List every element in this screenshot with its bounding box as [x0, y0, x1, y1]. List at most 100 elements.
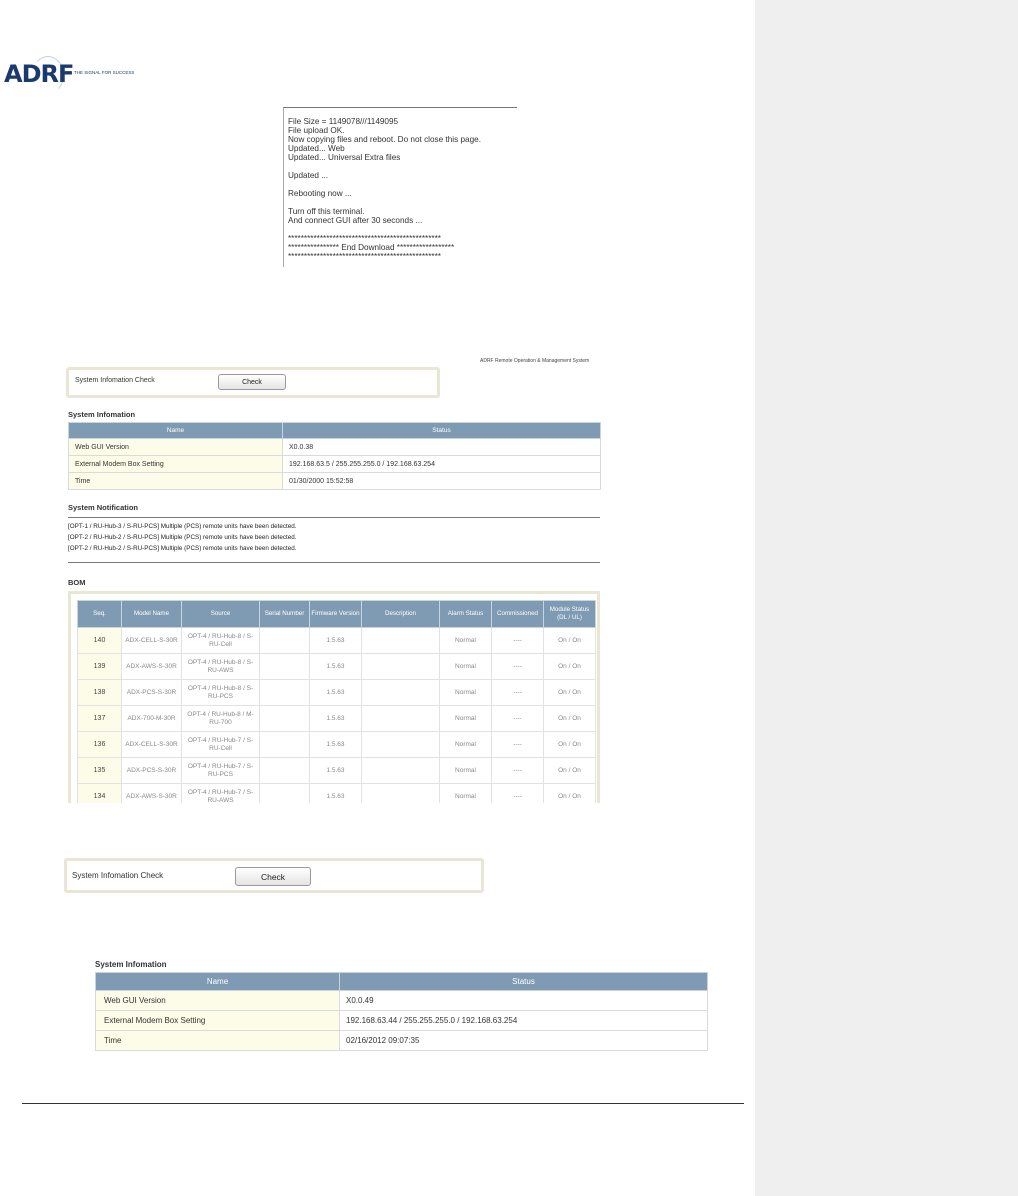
col-name-header: Name: [95, 972, 340, 991]
log-line: File Size = 1149078///1149095: [288, 117, 399, 126]
bom-col-serial: Serial Number: [259, 600, 310, 628]
bom-serial: [259, 731, 310, 758]
table-row: External Modem Box Setting 192.168.63.5 …: [68, 455, 601, 473]
log-line: File upload OK.: [288, 126, 345, 135]
bom-firmware: 1.5.63: [309, 731, 362, 758]
sysinfo-table: Name Status Web GUI Version X0.0.38 Exte…: [68, 422, 601, 490]
bom-source: OPT-4 / RU-Hub-7 / S-RU-Cell: [181, 731, 260, 758]
bom-col-model: Model Name: [121, 600, 182, 628]
bom-source: OPT-4 / RU-Hub-8 / S-RU-PCS: [181, 679, 260, 706]
sysinfo-table: Name Status Web GUI Version X0.0.49 Exte…: [95, 972, 708, 1051]
bom-table: Seq. Model Name Source Serial Number Fir…: [77, 600, 596, 803]
bom-serial: [259, 679, 310, 706]
check-button[interactable]: Check: [235, 867, 311, 886]
bom-description: [361, 757, 440, 784]
row-status: 192.168.63.44 / 255.255.255.0 / 192.168.…: [339, 1010, 708, 1031]
bom-serial: [259, 627, 310, 654]
col-status-header: Status: [282, 422, 601, 439]
bom-title: BOM: [68, 578, 86, 587]
bom-model: ADX-AWS-S-30R: [121, 653, 182, 680]
logo-tagline: THE SIGNAL FOR SUCCESS: [74, 70, 135, 75]
table-row: 137 ADX-700-M-30R OPT-4 / RU-Hub-8 / M-RU-…: [77, 705, 596, 732]
bom-alarm: Normal: [439, 627, 492, 654]
bom-alarm: Normal: [439, 731, 492, 758]
bom-serial: [259, 653, 310, 680]
bom-commissioned: ----: [491, 679, 544, 706]
table-row: Web GUI Version X0.0.38: [68, 438, 601, 456]
bom-col-description: Description: [361, 600, 440, 628]
bom-model: ADX-CELL-S-30R: [121, 731, 182, 758]
bom-module: On / On: [543, 731, 596, 758]
bom-serial: [259, 705, 310, 732]
check-button[interactable]: Check: [218, 374, 286, 390]
bom-firmware: 1.5.63: [309, 783, 362, 803]
table-header-row: Name Status: [68, 422, 601, 439]
table-row: 140 ADX-CELL-S-30R OPT-4 / RU-Hub-8 / S-RU…: [77, 627, 596, 654]
bom-description: [361, 627, 440, 654]
bom-serial: [259, 757, 310, 784]
col-name-header: Name: [68, 422, 283, 439]
bom-source: OPT-4 / RU-Hub-8 / M-RU-700: [181, 705, 260, 732]
system-header: ADRF Remote Operation & Management Syste…: [480, 358, 590, 364]
check-label: System Infomation Check: [75, 377, 155, 384]
notification-item: [OPT-2 / RU-Hub-2 / S-RU-PCS] Multiple (…: [68, 545, 297, 552]
notification-item: [OPT-1 / RU-Hub-3 / S-RU-PCS] Multiple (…: [68, 523, 297, 530]
check-label: System Infomation Check: [72, 871, 164, 880]
bom-model: ADX-CELL-S-30R: [121, 627, 182, 654]
notification-list: [OPT-1 / RU-Hub-3 / S-RU-PCS] Multiple (…: [68, 517, 600, 563]
log-line: Updated... Universal Extra files: [288, 153, 401, 162]
bom-source: OPT-4 / RU-Hub-7 / S-RU-AWS: [181, 783, 260, 803]
col-status-header: Status: [339, 972, 708, 991]
bom-seq: 136: [77, 731, 122, 758]
table-row: Web GUI Version X0.0.49: [95, 990, 708, 1011]
bom-description: [361, 653, 440, 680]
adrf-logo: ADRF THE SIGNAL FOR SUCCESS: [4, 56, 154, 96]
bom-seq: 135: [77, 757, 122, 784]
notification-title: System Notification: [68, 503, 139, 512]
bom-alarm: Normal: [439, 679, 492, 706]
row-name: Web GUI Version: [95, 990, 340, 1011]
bom-alarm: Normal: [439, 705, 492, 732]
bom-model: ADX-PCS-S-30R: [121, 679, 182, 706]
bom-seq: 137: [77, 705, 122, 732]
bom-col-firmware: Firmware Version: [309, 600, 362, 628]
bom-commissioned: ----: [491, 653, 544, 680]
table-row: 138 ADX-PCS-S-30R OPT-4 / RU-Hub-8 / S-RU-…: [77, 679, 596, 706]
bom-description: [361, 679, 440, 706]
table-row: Time 01/30/2000 15:52:58: [68, 472, 601, 490]
bom-source: OPT-4 / RU-Hub-8 / S-RU-Cell: [181, 627, 260, 654]
bom-module: On / On: [543, 653, 596, 680]
bom-seq: 139: [77, 653, 122, 680]
table-row: 134 ADX-AWS-S-30R OPT-4 / RU-Hub-7 / S-RU-…: [77, 783, 596, 803]
logo-brand: ADRF: [4, 60, 74, 88]
bom-module: On / On: [543, 627, 596, 654]
log-line: Updated... Web: [288, 144, 345, 153]
bom-model: ADX-PCS-S-30R: [121, 757, 182, 784]
bom-commissioned: ----: [491, 705, 544, 732]
bom-module: On / On: [543, 705, 596, 732]
row-name: Time: [68, 472, 283, 490]
log-line: Rebooting now ...: [288, 189, 352, 198]
bom-commissioned: ----: [491, 627, 544, 654]
bom-commissioned: ----: [491, 783, 544, 803]
row-name: Web GUI Version: [68, 438, 283, 456]
bom-description: [361, 783, 440, 803]
table-row: 135 ADX-PCS-S-30R OPT-4 / RU-Hub-7 / S-RU-…: [77, 757, 596, 784]
bom-description: [361, 705, 440, 732]
info-check-panel: System Infomation Check Check: [66, 367, 440, 398]
bom-header-row: Seq. Model Name Source Serial Number Fir…: [77, 600, 596, 628]
bom-firmware: 1.5.63: [309, 679, 362, 706]
info-check-panel: System Infomation Check Check: [64, 858, 484, 893]
bom-firmware: 1.5.63: [309, 627, 362, 654]
bom-module: On / On: [543, 679, 596, 706]
log-line: ****************************************…: [288, 252, 441, 261]
bom-model: ADX-AWS-S-30R: [121, 783, 182, 803]
row-status: 192.168.63.5 / 255.255.255.0 / 192.168.6…: [282, 455, 601, 473]
bom-module: On / On: [543, 783, 596, 803]
table-row: External Modem Box Setting 192.168.63.44…: [95, 1010, 708, 1031]
sysinfo-title: System Infomation: [95, 960, 167, 969]
row-status: 02/16/2012 09:07:35: [339, 1030, 708, 1051]
bom-commissioned: ----: [491, 731, 544, 758]
